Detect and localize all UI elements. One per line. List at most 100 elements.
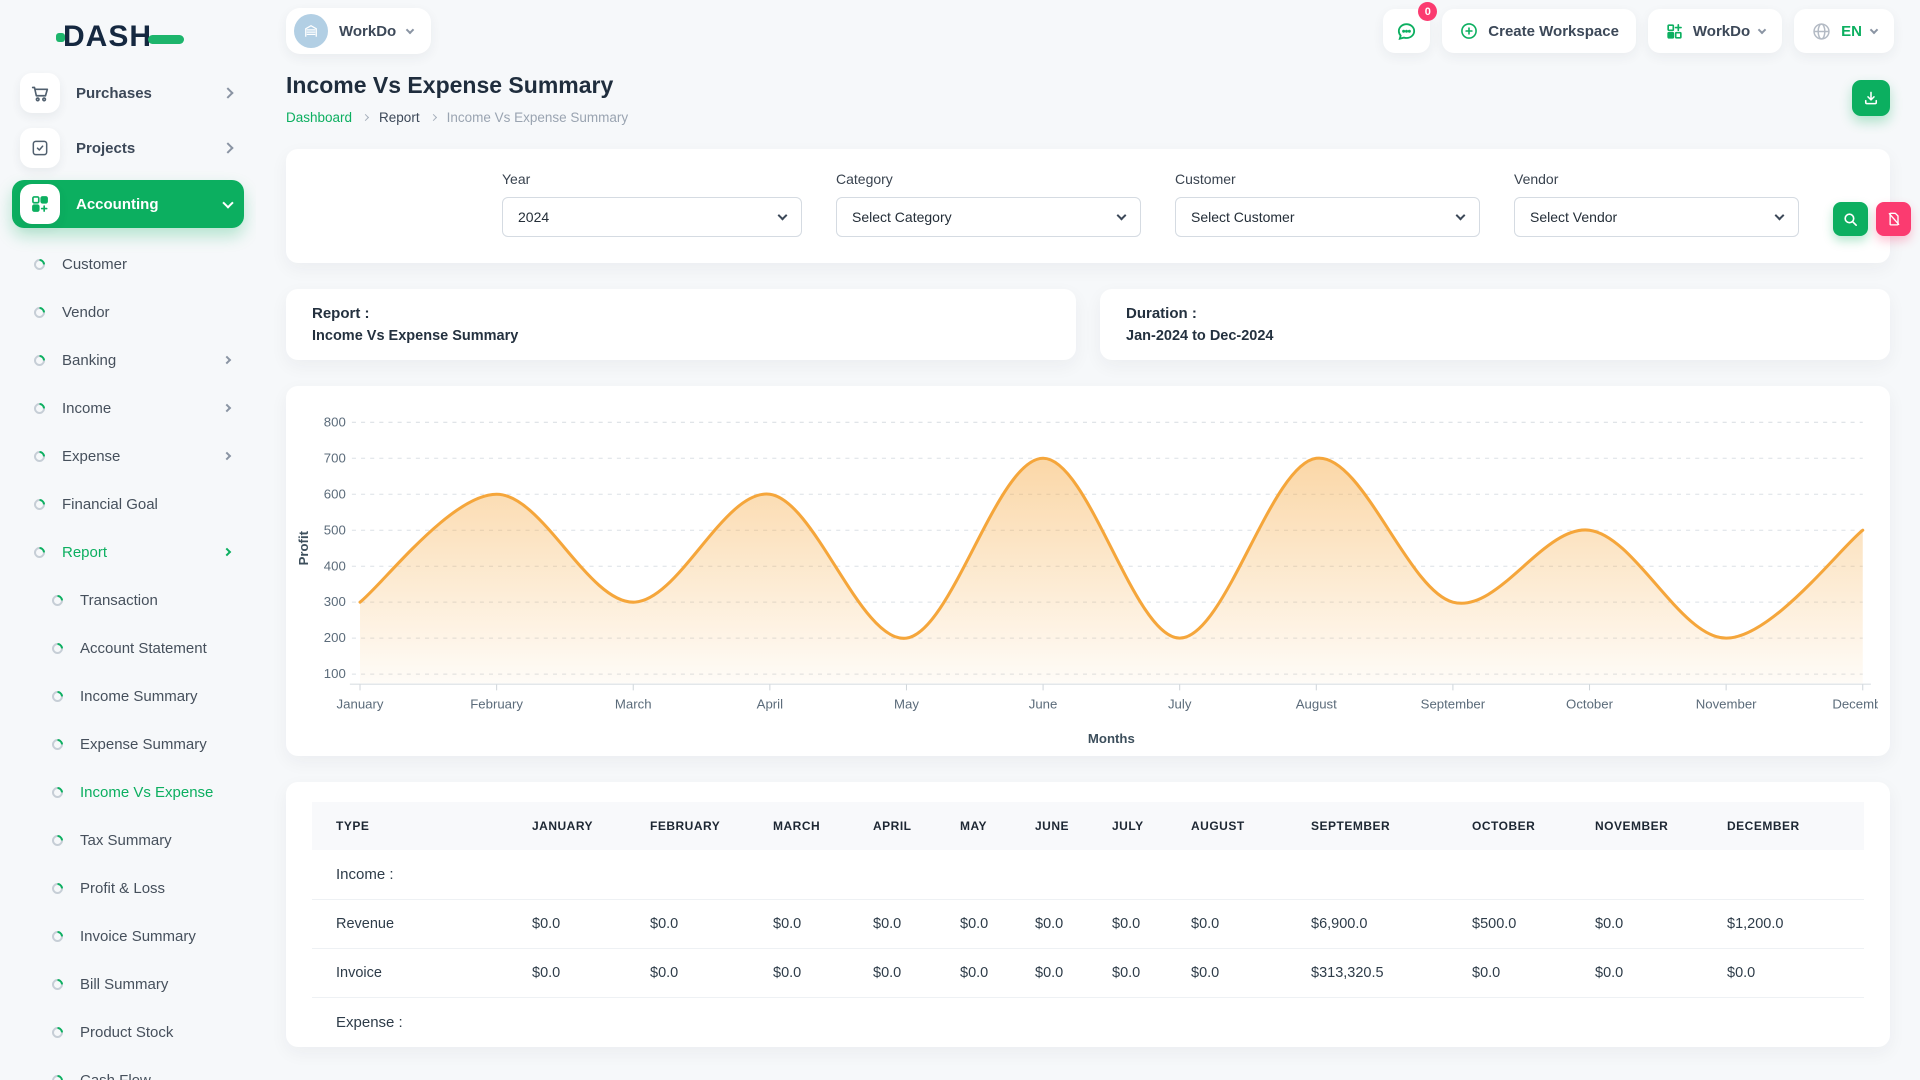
workspace-selector[interactable]: WorkDo: [286, 8, 431, 54]
chevron-right-icon: [223, 452, 231, 460]
sidebar-item-income-summary[interactable]: Income Summary: [0, 672, 256, 720]
breadcrumb-report[interactable]: Report: [379, 110, 420, 125]
chevron-right-icon: [223, 356, 231, 364]
y-axis-tick: 300: [324, 594, 346, 609]
bullet-icon: [32, 256, 48, 272]
sidebar-item-expense-summary[interactable]: Expense Summary: [0, 720, 256, 768]
filter-vendor: Vendor Select Vendor: [1514, 171, 1799, 237]
customer-select[interactable]: Select Customer: [1175, 197, 1480, 237]
col-april: APRIL: [849, 802, 936, 850]
chevron-down-icon: [406, 25, 414, 33]
chevron-down-icon: [1117, 210, 1127, 220]
sidebar-item-invoice-summary[interactable]: Invoice Summary: [0, 912, 256, 960]
chevron-right-icon: [222, 142, 233, 153]
sidebar-item-report[interactable]: Report: [0, 528, 256, 576]
sidebar-item-profit-loss[interactable]: Profit & Loss: [0, 864, 256, 912]
workspace-dropdown[interactable]: WorkDo: [1648, 9, 1782, 53]
bullet-icon: [50, 736, 66, 752]
x-axis-tick: December: [1832, 697, 1878, 712]
col-october: OCTOBER: [1448, 802, 1571, 850]
logo-text: DASH: [63, 20, 152, 54]
col-january: JANUARY: [508, 802, 626, 850]
year-select[interactable]: 2024: [502, 197, 802, 237]
chevron-down-icon: [222, 197, 233, 208]
table-cell: $0.0: [1011, 900, 1088, 949]
sidebar-item-tax-summary[interactable]: Tax Summary: [0, 816, 256, 864]
language-selector[interactable]: EN: [1794, 9, 1894, 53]
col-july: JULY: [1088, 802, 1167, 850]
table-cell: $0.0: [508, 900, 626, 949]
bullet-icon: [32, 496, 48, 512]
x-axis-tick: November: [1696, 697, 1757, 712]
year-select-value: 2024: [518, 209, 549, 225]
sidebar-item-vendor[interactable]: Vendor: [0, 288, 256, 336]
table-cell: $6,900.0: [1287, 900, 1448, 949]
y-axis-tick: 500: [324, 522, 346, 537]
bullet-icon: [50, 1024, 66, 1040]
table-cell: $0.0: [626, 900, 749, 949]
sidebar-item-cash-flow[interactable]: Cash Flow: [0, 1056, 256, 1080]
app-logo[interactable]: DASH: [0, 0, 256, 70]
x-axis-tick: August: [1296, 697, 1337, 712]
category-select[interactable]: Select Category: [836, 197, 1141, 237]
filter-actions: [1833, 171, 1911, 236]
apply-filter-button[interactable]: [1833, 202, 1868, 236]
sidebar-item-customer[interactable]: Customer: [0, 240, 256, 288]
year-label: Year: [502, 171, 802, 187]
table-cell: $0.0: [1088, 900, 1167, 949]
create-workspace-button[interactable]: Create Workspace: [1442, 9, 1636, 53]
col-september: SEPTEMBER: [1287, 802, 1448, 850]
chevron-right-icon: [223, 404, 231, 412]
sidebar-item-purchases[interactable]: Purchases: [12, 70, 244, 116]
sidebar-item-product-stock[interactable]: Product Stock: [0, 1008, 256, 1056]
chevron-right-icon: [223, 548, 231, 556]
chevron-down-icon: [1870, 25, 1878, 33]
sidebar-item-projects[interactable]: Projects: [12, 125, 244, 171]
duration-card: Duration : Jan-2024 to Dec-2024: [1100, 289, 1890, 360]
col-type: TYPE: [312, 802, 508, 850]
y-axis-tick: 200: [324, 630, 346, 645]
summary-cards: Report : Income Vs Expense Summary Durat…: [286, 289, 1890, 360]
breadcrumb-current: Income Vs Expense Summary: [447, 110, 629, 125]
sidebar-item-accounting[interactable]: Accounting: [12, 180, 244, 228]
sidebar-item-banking[interactable]: Banking: [0, 336, 256, 384]
table-cell: $0.0: [1703, 949, 1864, 998]
x-axis-tick: September: [1421, 697, 1486, 712]
bullet-icon: [50, 1072, 66, 1080]
download-button[interactable]: [1852, 80, 1890, 116]
table-cell: $0.0: [1167, 949, 1287, 998]
x-axis-tick: June: [1029, 697, 1058, 712]
sidebar-item-income-vs-expense[interactable]: Income Vs Expense: [0, 768, 256, 816]
reset-filter-button[interactable]: [1876, 202, 1911, 236]
language-label: EN: [1841, 23, 1862, 40]
breadcrumb-dashboard[interactable]: Dashboard: [286, 110, 352, 125]
bullet-icon: [50, 688, 66, 704]
table-cell: $0.0: [936, 949, 1011, 998]
bullet-icon: [32, 304, 48, 320]
sidebar-item-transaction[interactable]: Transaction: [0, 576, 256, 624]
y-axis-tick: 400: [324, 558, 346, 573]
bullet-icon: [32, 448, 48, 464]
table-cell: $0.0: [1011, 949, 1088, 998]
logo-accent-dash: [148, 35, 184, 44]
messages-button[interactable]: 0: [1383, 9, 1430, 53]
bullet-icon: [32, 352, 48, 368]
globe-icon: [1811, 21, 1832, 42]
table-row: Invoice$0.0$0.0$0.0$0.0$0.0$0.0$0.0$0.0$…: [312, 949, 1864, 998]
sidebar-item-expense[interactable]: Expense: [0, 432, 256, 480]
chevron-down-icon: [1456, 210, 1466, 220]
filter-customer: Customer Select Customer: [1175, 171, 1480, 237]
sidebar-item-income[interactable]: Income: [0, 384, 256, 432]
summary-table: TYPE JANUARY FEBRUARY MARCH APRIL MAY JU…: [312, 802, 1864, 1047]
table-row-label: Revenue: [312, 900, 508, 949]
sidebar-item-bill-summary[interactable]: Bill Summary: [0, 960, 256, 1008]
table-row: Revenue$0.0$0.0$0.0$0.0$0.0$0.0$0.0$0.0$…: [312, 900, 1864, 949]
x-axis-tick: February: [470, 697, 523, 712]
filter-category: Category Select Category: [836, 171, 1141, 237]
vendor-select[interactable]: Select Vendor: [1514, 197, 1799, 237]
x-axis-tick: July: [1168, 697, 1192, 712]
summary-table-card: TYPE JANUARY FEBRUARY MARCH APRIL MAY JU…: [286, 782, 1890, 1047]
sidebar-item-account-statement[interactable]: Account Statement: [0, 624, 256, 672]
sidebar-item-financial-goal[interactable]: Financial Goal: [0, 480, 256, 528]
duration-card-label: Duration :: [1126, 305, 1864, 322]
